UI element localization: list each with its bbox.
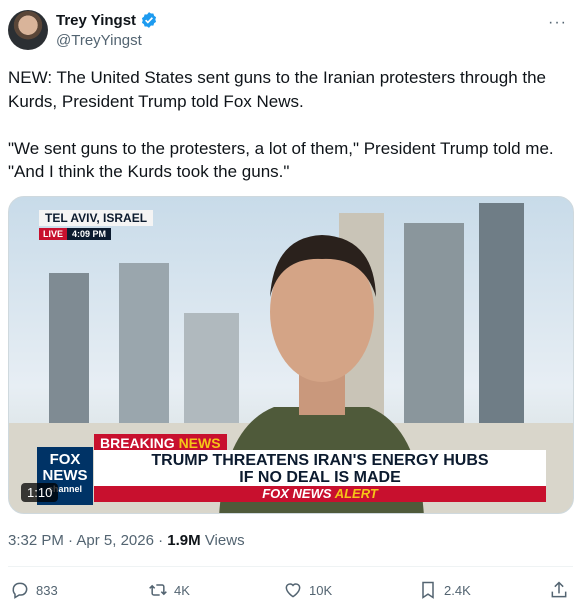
chyron-headline: TRUMP THREATENS IRAN'S ENERGY HUBS IF NO… bbox=[94, 450, 546, 486]
bookmark-button[interactable]: 2.4K bbox=[418, 580, 471, 600]
location-tag: TEL AVIV, ISRAEL LIVE 4:09 PM bbox=[39, 209, 154, 240]
logo-line-2: NEWS bbox=[42, 467, 88, 484]
reply-button[interactable]: 833 bbox=[10, 580, 58, 600]
live-indicator: LIVE 4:09 PM bbox=[39, 228, 153, 240]
alert-word: ALERT bbox=[334, 486, 378, 501]
live-label: LIVE bbox=[39, 228, 68, 240]
bookmark-icon bbox=[422, 581, 434, 599]
repost-button[interactable]: 4K bbox=[148, 580, 190, 600]
more-icon[interactable]: ··· bbox=[548, 14, 567, 32]
avatar[interactable] bbox=[8, 10, 48, 50]
repost-count: 4K bbox=[174, 582, 190, 598]
verified-badge-icon bbox=[141, 12, 157, 28]
divider bbox=[8, 566, 573, 567]
like-button[interactable]: 10K bbox=[283, 580, 332, 600]
location-text: TEL AVIV, ISRAEL bbox=[39, 210, 154, 226]
breaking-word: BREAKING bbox=[100, 435, 175, 451]
like-count: 10K bbox=[309, 582, 333, 598]
author-name-row: Trey Yingst bbox=[56, 11, 158, 29]
views-label: Views bbox=[204, 532, 245, 549]
share-icon bbox=[551, 581, 567, 598]
headline-line-2: IF NO DEAL IS MADE bbox=[239, 469, 401, 486]
breaking-news-word: NEWS bbox=[178, 435, 221, 451]
tweet-text: NEW: The United States sent guns to the … bbox=[8, 68, 554, 181]
author-handle[interactable]: @TreyYingst bbox=[56, 32, 142, 49]
bookmark-count: 2.4K bbox=[444, 582, 471, 598]
tweet-header: Trey Yingst @TreyYingst ··· bbox=[8, 8, 573, 52]
reply-icon bbox=[12, 582, 28, 599]
tweet-meta: 3:32 PM · Apr 5, 2026 · 1.9M Views bbox=[8, 532, 245, 549]
video-player[interactable]: TEL AVIV, ISRAEL LIVE 4:09 PM BREAKING N… bbox=[8, 196, 574, 514]
live-time: 4:09 PM bbox=[67, 228, 112, 240]
logo-line-1: FOX bbox=[49, 451, 81, 468]
repost-icon bbox=[149, 584, 167, 596]
tweet-time[interactable]: 3:32 PM bbox=[8, 532, 64, 549]
share-button[interactable] bbox=[549, 580, 569, 600]
reply-count: 833 bbox=[36, 582, 58, 598]
action-bar: 833 4K 10K 2.4K bbox=[8, 580, 573, 604]
alert-brand: FOX NEWS bbox=[262, 486, 332, 501]
heart-icon bbox=[285, 583, 301, 598]
tweet-date[interactable]: Apr 5, 2026 bbox=[76, 532, 154, 549]
headline-line-1: TRUMP THREATENS IRAN'S ENERGY HUBS bbox=[151, 452, 489, 469]
author-name[interactable]: Trey Yingst bbox=[56, 12, 136, 29]
view-count: 1.9M bbox=[167, 532, 201, 549]
alert-bar: FOX NEWS ALERT bbox=[94, 486, 546, 502]
video-duration: 1:10 bbox=[21, 483, 59, 502]
